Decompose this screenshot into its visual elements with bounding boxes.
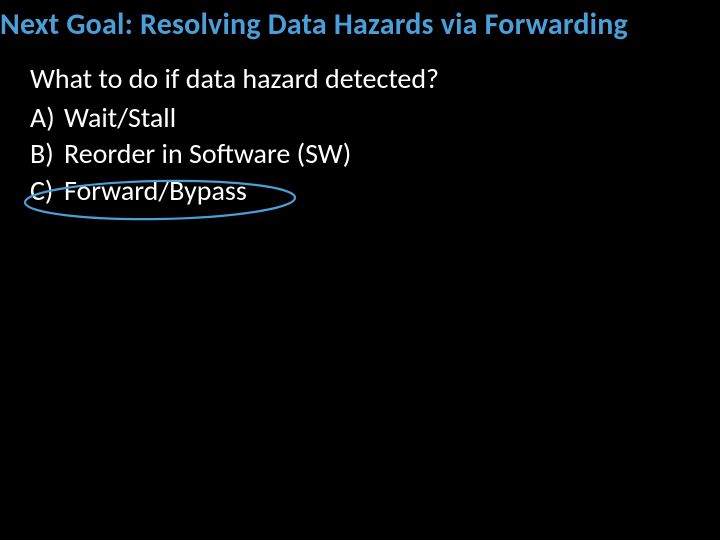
slide-title: Next Goal: Resolving Data Hazards via Fo… xyxy=(0,0,720,43)
option-letter: C) xyxy=(30,173,64,209)
option-letter: A) xyxy=(30,100,64,136)
slide-content: What to do if data hazard detected? A)Wa… xyxy=(0,43,720,209)
option-b: B)Reorder in Software (SW) xyxy=(30,136,720,172)
option-letter: B) xyxy=(30,136,64,172)
option-text: Wait/Stall xyxy=(64,100,176,135)
option-a: A)Wait/Stall xyxy=(30,100,720,136)
question-text: What to do if data hazard detected? xyxy=(30,61,720,96)
option-text: Reorder in Software (SW) xyxy=(64,136,351,171)
option-c: C)Forward/Bypass xyxy=(30,173,720,209)
option-text: Forward/Bypass xyxy=(64,173,247,208)
